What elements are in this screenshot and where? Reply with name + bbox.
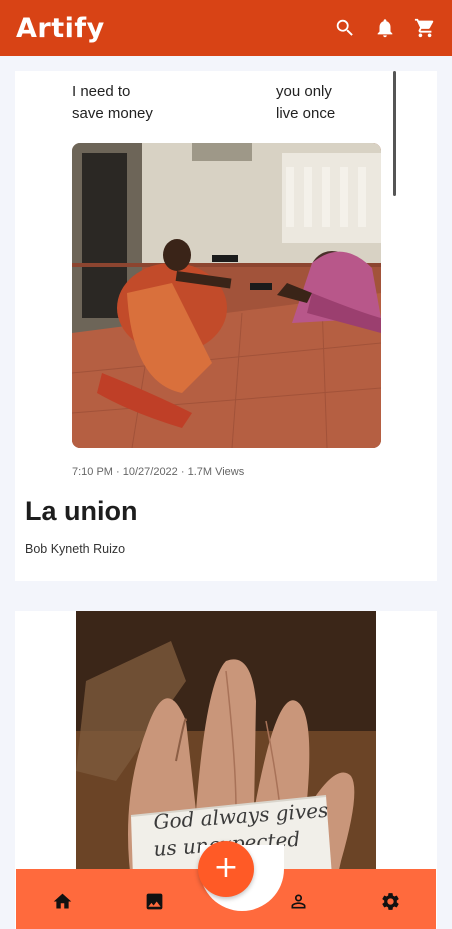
scroll-indicator[interactable] <box>393 71 396 196</box>
app-title: Artify <box>16 12 105 44</box>
post-title: La union <box>25 496 138 526</box>
meme-photo <box>72 143 381 448</box>
gear-icon[interactable] <box>378 889 402 913</box>
image-meta: 7:10 PM · 10/27/2022 · 1.7M Views <box>72 466 245 478</box>
top-actions <box>334 17 436 39</box>
post-feed[interactable]: I need to save money you only live once <box>0 56 452 929</box>
home-icon[interactable] <box>50 889 74 913</box>
search-icon[interactable] <box>334 17 356 39</box>
person-icon[interactable] <box>286 889 310 913</box>
cart-icon[interactable] <box>414 17 436 39</box>
top-app-bar: Artify <box>0 0 452 56</box>
post-card[interactable]: I need to save money you only live once <box>15 71 437 581</box>
plus-icon: + <box>213 850 239 885</box>
post-image[interactable]: I need to save money you only live once <box>15 71 437 481</box>
image-caption-right: you only live once <box>276 83 336 122</box>
post-author[interactable]: Bob Kyneth Ruizo <box>25 542 125 556</box>
add-post-button[interactable]: + <box>198 841 254 897</box>
image-icon[interactable] <box>142 889 166 913</box>
bell-icon[interactable] <box>374 17 396 39</box>
image-caption-left: I need to save money <box>72 83 153 122</box>
app-root: Artify I need to save money you only liv… <box>0 0 452 929</box>
